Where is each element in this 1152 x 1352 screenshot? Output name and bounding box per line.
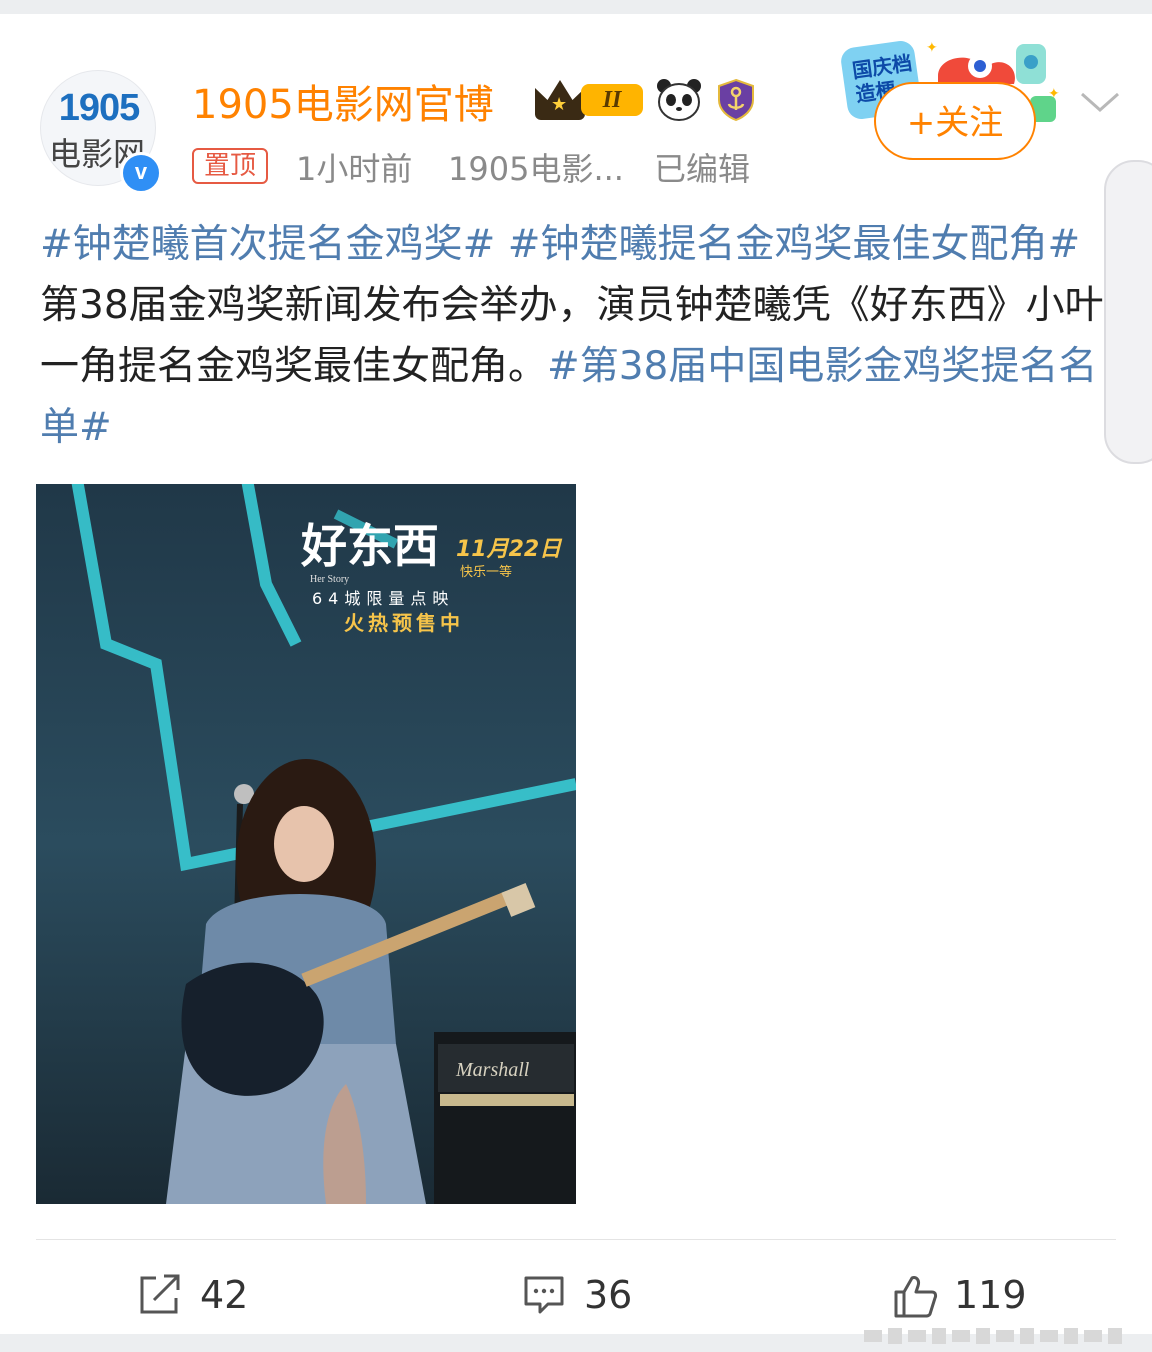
comment-count: 36 [584, 1273, 633, 1317]
text-segment [495, 222, 507, 267]
anchor-shield-icon[interactable] [716, 78, 756, 122]
weibo-post-card: 1905 电影网 v 1905电影网官博 ★ II 置顶 1小时前 1905电影… [0, 14, 1152, 1344]
repost-count: 42 [200, 1273, 249, 1317]
release-tagline: 快乐一等 [460, 564, 512, 580]
like-button[interactable]: 119 [892, 1272, 1052, 1318]
poster-subtitle: Her Story [310, 574, 349, 585]
member-level-badge[interactable]: ★ II [535, 78, 647, 122]
chevron-down-icon[interactable] [1078, 80, 1122, 124]
follow-button[interactable]: +关注 [874, 82, 1036, 160]
presale-text: 火热预售中 [344, 611, 464, 635]
comment-icon [524, 1276, 564, 1314]
pinned-badge: 置顶 [192, 148, 269, 184]
post-source[interactable]: 1905电影... [448, 144, 624, 190]
hashtag-link[interactable]: #钟楚曦首次提名金鸡奖# [40, 222, 495, 267]
post-text: #钟楚曦首次提名金鸡奖# #钟楚曦提名金鸡奖最佳女配角# 第38届金鸡奖新闻发布… [40, 214, 1110, 458]
svg-text:✦: ✦ [1048, 86, 1060, 102]
verified-badge-icon: v [120, 152, 162, 194]
svg-text:✦: ✦ [926, 40, 938, 56]
screening-note: 64城限量点映 [312, 589, 454, 608]
avatar-logo-number: 1905 [58, 87, 141, 129]
level-label: II [581, 84, 643, 116]
star-icon: ★ [551, 94, 568, 115]
repost-button[interactable]: 42 [138, 1272, 278, 1318]
thumbs-up-icon [894, 1276, 938, 1318]
footer-divider [36, 1239, 1116, 1240]
release-date: 11月22日 [456, 537, 563, 562]
post-image[interactable]: Marshall 好东西 Her Story 11月22日 快乐一等 64城限量… [36, 484, 576, 1204]
poster-title: 好东西 [300, 519, 439, 573]
post-time[interactable]: 1小时前 [296, 144, 412, 190]
amp-brand: Marshall [455, 1059, 530, 1081]
author-name[interactable]: 1905电影网官博 [192, 72, 494, 130]
repost-icon [140, 1274, 180, 1314]
comment-button[interactable]: 36 [522, 1272, 662, 1318]
panda-icon[interactable] [656, 78, 702, 122]
watermark-icon [864, 1328, 1122, 1344]
edited-label[interactable]: 已编辑 [654, 144, 750, 190]
hashtag-link[interactable]: #钟楚曦提名金鸡奖最佳女配角# [508, 222, 1080, 267]
scrollbar-thumb[interactable] [1104, 160, 1152, 464]
like-count: 119 [954, 1273, 1027, 1317]
